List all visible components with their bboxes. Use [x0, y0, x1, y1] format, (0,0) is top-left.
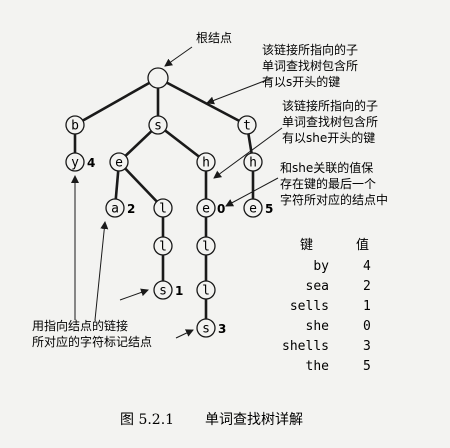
annotation-s-link: 该链接所指向的子 单词查找树包含所 有以s开头的键 [262, 42, 358, 89]
node-value: 2 [127, 202, 135, 216]
link-root-b [74, 76, 159, 127]
node-char: l [159, 240, 167, 255]
node-value: 3 [218, 322, 226, 336]
trie-node-sh: h [196, 152, 216, 172]
svg-text:用指向结点的链接: 用指向结点的链接 [32, 318, 128, 333]
trie-figure: b y 4 s e a 2 l l s 1 h e 0 l l s 3 t h … [0, 0, 450, 448]
svg-text:字符所对应的结点中: 字符所对应的结点中 [280, 192, 388, 207]
arrow-marker-s2 [175, 329, 194, 339]
svg-text:单词查找树包含所: 单词查找树包含所 [282, 114, 378, 129]
svg-text:该链接所指向的子: 该链接所指向的子 [262, 42, 358, 57]
trie-node-root [147, 67, 169, 89]
trie-node-s: s [148, 115, 168, 135]
trie-node-sel: l [153, 198, 173, 218]
svg-text:有以she开头的键: 有以she开头的键 [282, 130, 375, 145]
annotation-char-marker: 用指向结点的链接 所对应的字符标记结点 [32, 318, 152, 349]
trie-node-se: e [109, 152, 129, 172]
node-char: l [159, 202, 167, 217]
node-char: y [71, 156, 79, 171]
svg-text:by: by [313, 259, 329, 274]
svg-text:2: 2 [363, 279, 371, 294]
svg-text:有以s开头的键: 有以s开头的键 [262, 74, 340, 89]
table-value-header: 值 [356, 237, 369, 253]
svg-text:该链接所指向的子: 该链接所指向的子 [282, 98, 378, 113]
svg-text:4: 4 [363, 259, 371, 274]
svg-text:the: the [306, 359, 330, 374]
node-char: h [249, 156, 257, 171]
svg-text:存在键的最后一个: 存在键的最后一个 [280, 176, 376, 191]
trie-node-sell: l [153, 236, 173, 256]
trie-node-the: e 5 [243, 198, 273, 218]
key-value-table: 键 值 by 4 sea 2 sells 1 she 0 shells 3 th… [282, 237, 371, 374]
node-char: b [71, 119, 79, 134]
svg-text:1: 1 [363, 299, 371, 314]
node-char: s [159, 284, 167, 299]
caption-number: 图 5.2.1 [120, 412, 174, 428]
trie-node-b: b [65, 115, 85, 135]
trie-node-y: y 4 [65, 152, 95, 172]
trie-node-th: h [243, 152, 263, 172]
figure-caption: 图 5.2.1 单词查找树详解 [120, 412, 303, 428]
table-key-header: 键 [300, 238, 313, 253]
svg-text:单词查找树包含所: 单词查找树包含所 [262, 58, 358, 73]
svg-text:she: she [306, 319, 330, 334]
node-value: 5 [265, 202, 273, 216]
annotation-she-value: 和she关联的值保 存在键的最后一个 字符所对应的结点中 [280, 160, 388, 207]
svg-text:0: 0 [363, 319, 371, 334]
node-char: l [202, 284, 210, 299]
trie-node-shel: l [196, 236, 216, 256]
root-label: 根结点 [196, 31, 232, 45]
node-char: e [202, 202, 210, 217]
trie-node-she: e 0 [196, 198, 225, 218]
trie-node-t: t [237, 115, 257, 135]
svg-text:sells: sells [290, 299, 329, 314]
arrow-root [164, 46, 193, 67]
trie-node-sea: a 2 [105, 198, 135, 218]
node-char: e [115, 156, 123, 171]
node-char: s [202, 322, 210, 337]
table-row: sea 2 [306, 279, 371, 294]
table-row: shells 3 [282, 339, 371, 354]
svg-text:5: 5 [363, 359, 371, 374]
node-char: e [249, 202, 257, 217]
svg-text:所对应的字符标记结点: 所对应的字符标记结点 [32, 334, 152, 349]
table-row: by 4 [313, 259, 371, 274]
svg-text:和she关联的值保: 和she关联的值保 [280, 160, 373, 175]
svg-text:sea: sea [306, 279, 329, 294]
node-char: h [202, 156, 210, 171]
table-row: sells 1 [290, 299, 371, 314]
arrow-marker-a [94, 221, 109, 321]
node-char: s [154, 119, 162, 134]
node-char: l [202, 240, 210, 255]
svg-text:3: 3 [363, 339, 371, 354]
trie-node-shell: l [196, 280, 216, 300]
arrow-marker-s [119, 288, 149, 301]
svg-text:shells: shells [282, 339, 329, 354]
table-row: she 0 [306, 319, 371, 334]
node-value: 1 [175, 284, 183, 298]
trie-diagram: b y 4 s e a 2 l l s 1 h e 0 l l s 3 t h … [32, 31, 388, 428]
caption-title: 单词查找树详解 [205, 412, 303, 428]
annotation-she-link: 该链接所指向的子 单词查找树包含所 有以she开头的键 [282, 98, 378, 145]
link-root-t [157, 76, 248, 127]
table-row: the 5 [306, 359, 371, 374]
node-char: t [243, 119, 251, 134]
node-value: 4 [87, 156, 95, 170]
trie-node-sells: s 1 [153, 280, 183, 300]
trie-node-shells: s 3 [196, 318, 226, 338]
node-value: 0 [217, 202, 225, 216]
node-char: a [111, 202, 119, 217]
